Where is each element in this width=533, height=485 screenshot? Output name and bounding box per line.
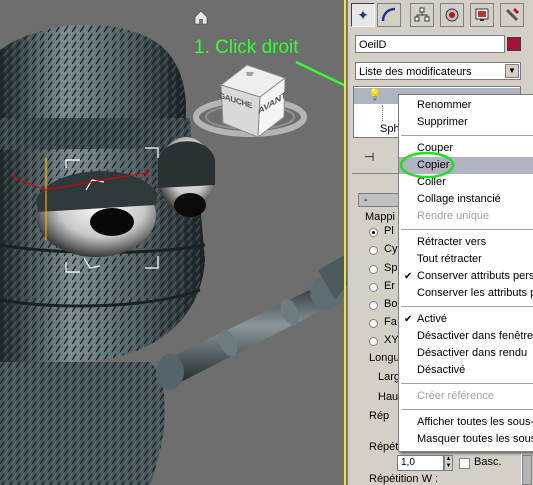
menu-item-active[interactable]: ✔ Activé [399,311,533,328]
checkmark-icon: ✔ [404,314,413,325]
tab-utilities[interactable] [500,3,524,27]
menu-item-label: Collage instancié [417,193,501,205]
radio-label-shrinkwrap: Er [384,280,395,292]
repeat-u-field[interactable]: 1,0 [397,455,444,471]
menu-item-supprimer[interactable]: Supprimer [399,114,533,131]
hierarchy-icon [414,7,430,22]
radio-spherical[interactable] [369,265,378,274]
svg-text:x: x [12,170,17,180]
radio-label-spherical: Sp [384,262,398,274]
menu-separator [401,409,533,410]
menu-item-label: Conserver attributs pers [417,270,533,282]
radio-label-box: Bo [384,298,398,310]
motion-icon [445,8,459,22]
menu-item-label: Tout rétracter [417,253,482,265]
utilities-icon [505,7,520,22]
menu-item-rendre-unique: Rendre unique [399,208,533,225]
display-icon [475,8,489,21]
menu-separator [401,135,533,136]
menu-item-label: Rendre unique [417,210,490,222]
menu-item-afficher-toutes-les-sous[interactable]: Afficher toutes les sous- [399,414,533,431]
stack-toolbar-divider [352,173,402,174]
rollout-collapse: - [364,194,368,206]
radio-planar[interactable] [369,228,378,237]
radio-label-face: Fa [384,316,397,328]
radio-box[interactable] [369,301,378,310]
length-label: Longu [369,352,400,364]
svg-text:x: x [145,168,150,178]
menu-separator [401,229,533,230]
panel-scrollbar-thumb[interactable] [522,455,532,485]
menu-item-creer-reference: Créer référence [399,388,533,405]
viewport-perspective[interactable]: x x GAUCHE AVANT 1. Click droit [0,0,347,485]
radio-xyz[interactable] [369,337,378,346]
menu-item-label: Rétracter vers [417,236,487,248]
radio-label-xyz: XY [384,334,399,346]
basc-label: Basc. [474,456,502,468]
menu-item-renommer[interactable]: Renommer [399,97,533,114]
menu-item-desactiver-dans-fenetre[interactable]: Désactiver dans fenêtre [399,328,533,345]
menu-item-conserver-attributs-pers[interactable]: ✔ Conserver attributs pers [399,268,533,285]
object-color-swatch[interactable] [507,37,521,51]
menu-item-conserver-les-attributs-p[interactable]: Conserver les attributs p [399,285,533,302]
tab-motion[interactable] [440,3,464,27]
menu-item-label: Créer référence [417,390,495,402]
modifier-list-dropdown[interactable]: Liste des modificateurs ▼ [355,62,521,80]
menu-item-collage-instancie[interactable]: Collage instancié [399,191,533,208]
menu-item-retracter-vers[interactable]: Rétracter vers [399,234,533,251]
checkmark-icon: ✔ [404,271,413,282]
radio-face[interactable] [369,319,378,328]
menu-item-label: Afficher toutes les sous- [417,416,533,428]
menu-item-masquer-toutes-les-sous[interactable]: Masquer toutes les sous [399,431,533,448]
menu-item-label: Désactiver dans fenêtre [417,330,533,342]
mapping-group-label: Mappi [365,211,395,223]
modify-icon [381,7,396,22]
annotation-arrow [295,60,347,88]
repeat-label: Rép [369,410,390,422]
radio-label-cylindrical: Cy [384,243,398,255]
highlight-circle [399,151,455,179]
menu-item-label: Activé [417,313,447,325]
repeat-w-label: Répétition W : [369,473,439,485]
modifier-list-value: Liste des modificateurs [359,66,472,78]
height-label: Hau [378,391,399,403]
tab-create[interactable]: ✦ [351,3,375,27]
menu-item-desactive[interactable]: Désactivé [399,362,533,379]
menu-item-label: Désactiver dans rendu [417,347,528,359]
stack-item-sphere[interactable]: Sph [380,121,400,137]
menu-item-label: Renommer [417,99,472,111]
rollout-header[interactable]: - [358,193,403,207]
create-icon: ✦ [357,6,369,23]
tab-modify[interactable] [377,3,401,27]
radio-shrinkwrap[interactable] [369,283,378,292]
menu-item-label: Désactivé [417,364,466,376]
pin-stack-icon[interactable]: ⊣ [364,150,374,164]
object-name-field[interactable]: OeilD [355,35,505,53]
radio-cylindrical[interactable] [369,246,378,255]
chevron-down-icon[interactable]: ▼ [505,64,519,78]
tab-hierarchy[interactable] [410,3,434,27]
menu-separator [401,306,533,307]
menu-item-label: Supprimer [417,116,468,128]
basc-checkbox[interactable] [459,458,470,469]
radio-label-planar: Pl [384,225,394,237]
menu-separator [401,383,533,384]
menu-item-label: Conserver les attributs p [417,287,533,299]
menu-item-tout-retracter[interactable]: Tout rétracter [399,251,533,268]
width-label: Larg [378,371,401,383]
context-menu: Renommer Supprimer Couper Copier Coller Colla… [398,94,533,452]
repeat-u-spinner[interactable]: ▲ ▼ [444,455,453,471]
tab-display[interactable] [470,3,494,27]
menu-item-label: Masquer toutes les sous [417,433,533,445]
lightbulb-icon[interactable]: 💡 [368,88,382,101]
menu-item-desactiver-dans-rendu[interactable]: Désactiver dans rendu [399,345,533,362]
